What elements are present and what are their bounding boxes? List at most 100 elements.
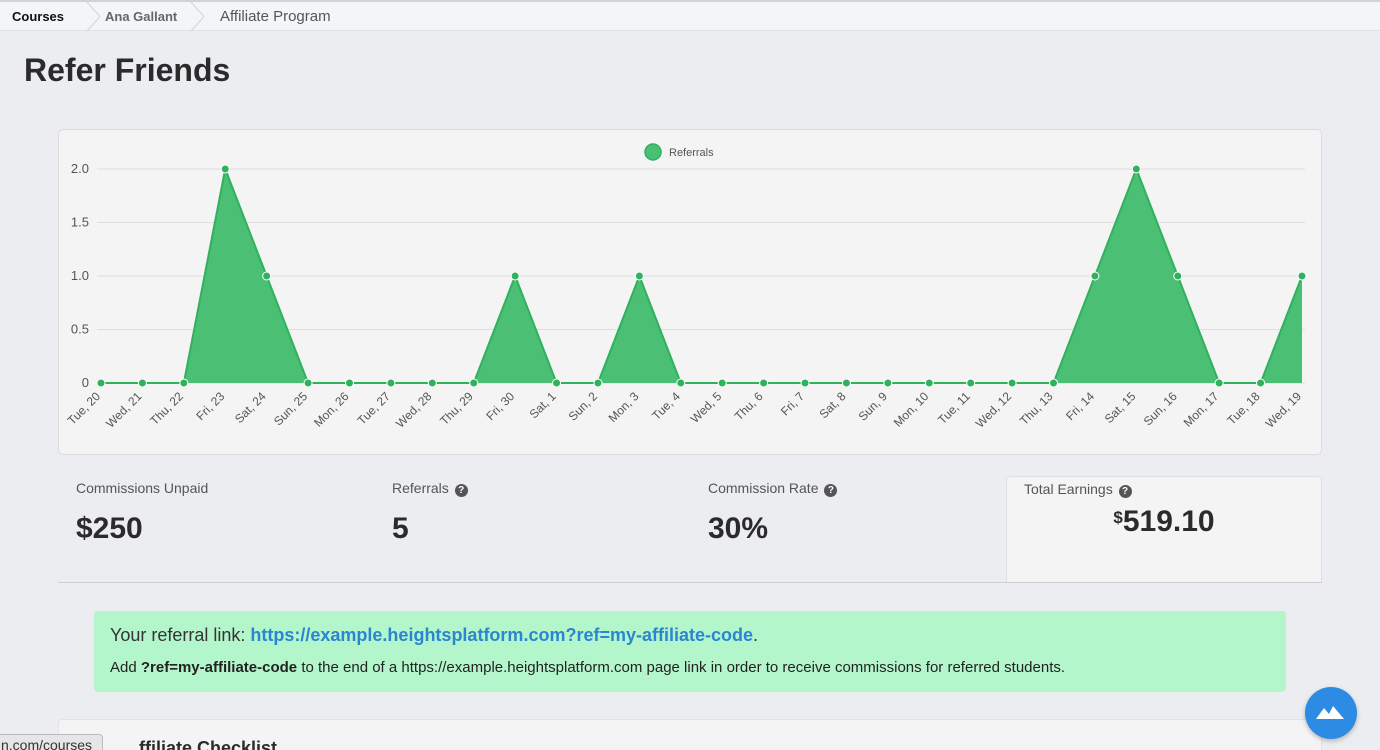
breadcrumb-courses[interactable]: Courses xyxy=(12,2,64,31)
legend-label: Referrals xyxy=(669,147,714,159)
data-point xyxy=(634,271,644,281)
referrals-chart-svg: 00.51.01.52.0ReferralsTue, 20 Wed, 21 Thu,… xyxy=(65,143,1307,431)
x-tick-label: Fri, 30 xyxy=(483,389,517,423)
mountains-icon xyxy=(1316,706,1344,719)
x-tick-label: Wed, 5 xyxy=(688,389,725,426)
help-launcher-button[interactable] xyxy=(1305,687,1357,739)
total-earnings-label: Total Earnings xyxy=(1024,481,1113,497)
x-tick-label: Sat, 15 xyxy=(1102,389,1139,426)
breadcrumb-separator-icon xyxy=(190,2,205,31)
status-url-tooltip: n.com/courses xyxy=(0,734,104,750)
currency-symbol: $ xyxy=(1113,508,1123,527)
divider xyxy=(58,582,1322,583)
data-point xyxy=(220,164,230,174)
legend-swatch xyxy=(644,143,662,161)
x-tick-label: Thu, 13 xyxy=(1017,389,1056,428)
y-tick-label: 0 xyxy=(82,375,89,390)
x-tick-label: Wed, 12 xyxy=(973,389,1015,431)
breadcrumb: Courses Ana Gallant Affiliate Program xyxy=(0,0,1380,31)
x-tick-label: Sun, 25 xyxy=(271,389,310,428)
data-point xyxy=(883,378,893,388)
x-tick-label: Wed, 21 xyxy=(103,389,145,431)
x-tick-label: Sun, 2 xyxy=(566,389,601,424)
y-tick-label: 0.5 xyxy=(71,322,89,337)
data-point xyxy=(1049,378,1059,388)
data-point xyxy=(510,271,520,281)
affiliate-checklist-card: ffiliate Checklist xyxy=(58,719,1322,750)
data-point xyxy=(1256,378,1266,388)
referral-link-box: Your referral link: https://example.heig… xyxy=(94,611,1286,692)
x-tick-label: Tue, 4 xyxy=(649,389,683,423)
help-prefix: Add xyxy=(110,659,141,676)
breadcrumb-ana-gallant[interactable]: Ana Gallant xyxy=(105,2,177,31)
x-tick-label: Sat, 24 xyxy=(232,389,269,426)
commissions-unpaid-label: Commissions Unpaid xyxy=(76,480,209,496)
stat-total-earnings: Total Earnings ? $519.10 xyxy=(1006,476,1322,583)
x-tick-label: Sat, 8 xyxy=(816,389,848,421)
data-point xyxy=(759,378,769,388)
help-icon[interactable]: ? xyxy=(824,484,838,497)
x-tick-label: Mon, 3 xyxy=(606,389,642,425)
x-tick-label: Thu, 29 xyxy=(437,389,476,428)
data-point xyxy=(303,378,313,388)
stat-commissions-unpaid: Commissions Unpaid $250 xyxy=(76,478,376,546)
total-earnings-value: $519.10 xyxy=(1007,505,1321,539)
data-point xyxy=(593,378,603,388)
referrals-value: 5 xyxy=(392,512,409,545)
data-point xyxy=(552,378,562,388)
referral-link-line: Your referral link: https://example.heig… xyxy=(110,625,758,646)
total-earnings-amount: 519.10 xyxy=(1122,505,1215,538)
stat-referrals: Referrals ? 5 xyxy=(392,478,692,546)
data-point xyxy=(676,378,686,388)
y-tick-label: 1.0 xyxy=(71,268,89,283)
data-point xyxy=(800,378,810,388)
data-point xyxy=(841,378,851,388)
data-point xyxy=(966,378,976,388)
data-point xyxy=(427,378,437,388)
referral-link-prefix: Your referral link: xyxy=(110,625,251,645)
data-point xyxy=(386,378,396,388)
referral-code: ?ref=my-affiliate-code xyxy=(140,659,298,676)
data-point xyxy=(137,378,147,388)
x-tick-label: Thu, 22 xyxy=(147,389,186,428)
x-tick-label: Thu, 6 xyxy=(732,389,766,423)
x-tick-label: Fri, 23 xyxy=(193,389,227,423)
breadcrumb-affiliate-program: Affiliate Program xyxy=(220,8,331,25)
referral-link-suffix: . xyxy=(753,625,759,645)
data-point xyxy=(179,378,189,388)
x-tick-label: Tue, 11 xyxy=(935,389,973,427)
y-tick-label: 1.5 xyxy=(71,215,89,230)
help-icon[interactable]: ? xyxy=(454,484,468,497)
data-point xyxy=(96,378,106,388)
x-tick-label: Sun, 16 xyxy=(1141,389,1180,428)
data-point xyxy=(1131,164,1141,174)
data-point xyxy=(1214,378,1224,388)
referrals-chart: 0 0.5 1.0 1.5 2.0 Referrals Tue, 20 Wed, 21 Thu,… xyxy=(58,129,1322,455)
data-point xyxy=(1173,271,1183,281)
commission-rate-label: Commission Rate xyxy=(708,480,819,496)
referrals-label: Referrals xyxy=(392,480,449,496)
data-point xyxy=(924,378,934,388)
x-tick-label: Sat, 1 xyxy=(527,389,559,421)
x-tick-label: Wed, 19 xyxy=(1263,389,1305,431)
x-tick-label: Mon, 17 xyxy=(1181,389,1222,430)
y-tick-label: 2.0 xyxy=(71,161,89,176)
data-point xyxy=(717,378,727,388)
x-tick-label: Tue, 20 xyxy=(65,389,104,428)
stat-commission-rate: Commission Rate ? 30% xyxy=(708,478,1008,546)
referral-link[interactable]: https://example.heightsplatform.com?ref=… xyxy=(250,625,753,645)
breadcrumb-separator-icon xyxy=(86,2,101,31)
help-icon[interactable]: ? xyxy=(1118,485,1132,498)
help-suffix: to the end of a https://example.heightsp… xyxy=(297,659,1066,676)
commissions-unpaid-value: $250 xyxy=(76,512,143,545)
x-tick-label: Fri, 14 xyxy=(1063,389,1097,423)
data-point xyxy=(1090,271,1100,281)
data-point xyxy=(1007,378,1017,388)
data-point xyxy=(469,378,479,388)
data-point xyxy=(262,271,272,281)
page-title: Refer Friends xyxy=(24,52,231,88)
x-tick-label: Mon, 26 xyxy=(311,389,352,430)
x-tick-label: Wed, 28 xyxy=(393,389,435,431)
data-point xyxy=(1297,271,1307,281)
x-tick-label: Tue, 27 xyxy=(355,389,394,428)
